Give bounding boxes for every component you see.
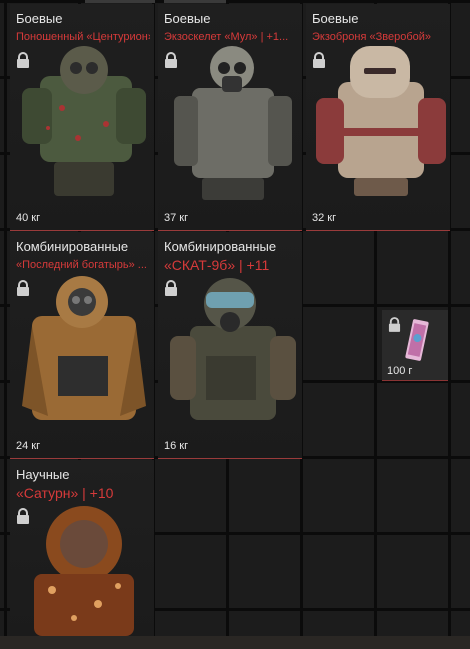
item-category: Научные bbox=[16, 467, 70, 482]
item-weight: 32 кг bbox=[312, 212, 337, 224]
item-category: Комбинированные bbox=[164, 239, 277, 254]
inventory-small-item[interactable]: 100 г bbox=[382, 310, 448, 381]
top-strip bbox=[164, 0, 226, 3]
armor-suit-image bbox=[316, 46, 446, 196]
item-weight: 37 кг bbox=[164, 212, 189, 224]
inventory-item-card[interactable]: Боевые Экзоброня «Зверобой» 32 кг bbox=[306, 4, 450, 231]
inventory-item-card[interactable]: Комбинированные «Последний богатырь» ...… bbox=[10, 232, 154, 459]
inventory-item-card[interactable]: Боевые Поношенный «Центурион» 40 кг bbox=[10, 4, 154, 231]
item-category: Комбинированные bbox=[16, 239, 129, 254]
armor-suit-image bbox=[22, 46, 146, 196]
lock-icon bbox=[388, 317, 401, 332]
armor-suit-image bbox=[170, 278, 296, 420]
inventory-item-card[interactable]: Научные «Сатурн» | +10 bbox=[10, 460, 154, 636]
item-category: Боевые bbox=[312, 11, 359, 26]
armor-suit-image bbox=[174, 46, 292, 200]
item-category: Боевые bbox=[16, 11, 63, 26]
bottom-bar bbox=[0, 636, 470, 649]
top-strip bbox=[85, 0, 155, 3]
armor-suit-image bbox=[22, 276, 146, 420]
armor-suit-image bbox=[34, 506, 134, 636]
item-weight: 16 кг bbox=[164, 440, 189, 452]
ticket-icon bbox=[405, 319, 429, 361]
item-category: Боевые bbox=[164, 11, 211, 26]
item-weight: 24 кг bbox=[16, 440, 41, 452]
inventory-item-card[interactable]: Боевые Экзоскелет «Мул» | +1... 37 кг bbox=[158, 4, 302, 231]
item-weight: 40 кг bbox=[16, 212, 41, 224]
item-weight: 100 г bbox=[387, 365, 413, 377]
inventory-item-card[interactable]: Комбинированные «СКАТ-9б» | +11 16 кг bbox=[158, 232, 302, 459]
